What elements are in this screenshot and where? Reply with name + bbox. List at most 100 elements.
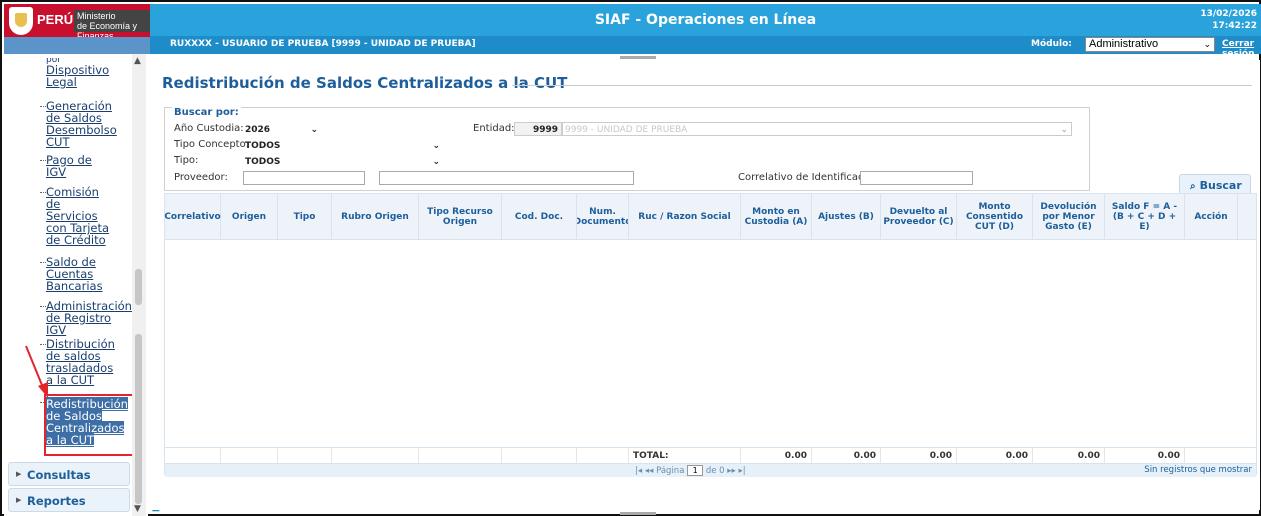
results-grid: Correlativo Origen Tipo Rubro Origen Tip… [164,193,1257,477]
sidebar-section-consultas[interactable]: ▶ Consultas [8,462,130,486]
total-monto-custodia: 0.00 [741,448,812,464]
total-label: TOTAL: [629,448,741,464]
col-origen[interactable]: Origen [221,194,278,240]
next-page-icon[interactable]: ▸▸ [727,466,736,476]
ministry-name: Ministerio de Economía y Finanzas [74,10,150,41]
chevron-down-icon: ⌄ [1203,39,1211,49]
col-tipo-recurso-origen[interactable]: Tipo Recurso Origen [419,194,502,240]
col-cod-doc[interactable]: Cod. Doc. [502,194,577,240]
expand-triangle-icon: ▶ [16,470,22,478]
time-text: 17:42:22 [1212,21,1257,31]
anio-custodia-select[interactable]: 2026 ⌄ [243,123,321,137]
peru-shield-icon [9,7,33,35]
page-number-input[interactable]: 1 [687,465,704,476]
records-info: Sin registros que mostrar [1144,465,1252,475]
search-icon: ⌕ [1190,181,1196,192]
grid-header: Correlativo Origen Tipo Rubro Origen Tip… [164,194,1256,240]
proveedor-name-input[interactable] [379,171,634,185]
sidebar-item-pago-igv[interactable]: Pago de IGV [46,154,132,178]
mef-logo: PERÚ Ministerio de Economía y Finanzas [4,4,150,54]
total-cell [419,448,502,464]
total-cell [165,448,221,464]
scroll-up-icon[interactable]: ▲ [134,56,141,66]
filter-legend: Buscar por: [172,107,241,118]
sidebar-item-comision-servicios[interactable]: Comisión de Servicios con Tarjeta de Crédito [46,186,132,246]
page-of-label: de 0 [705,466,725,476]
date-text: 13/02/2026 [1200,9,1257,19]
total-consentido: 0.00 [957,448,1033,464]
module-label: Módulo: [1031,39,1072,49]
first-page-icon[interactable]: |◂ [635,466,642,476]
splitter-handle[interactable] [620,512,656,515]
user-info: RUXXXX - USUARIO DE PRUEBA [9999 - UNIDA… [170,39,476,49]
header-bar: SIAF - Operaciones en Línea 13/02/2026 1… [150,4,1261,36]
user-bar: RUXXXX - USUARIO DE PRUEBA [9999 - UNIDA… [150,36,1261,59]
total-devuelto: 0.00 [881,448,957,464]
col-saldo[interactable]: Saldo F = A - (B + C + D + E) [1105,194,1185,240]
col-monto-custodia[interactable]: Monto en Custodia (A) [741,194,812,240]
col-devuelto-proveedor[interactable]: Devuelto al Proveedor (C) [881,194,957,240]
total-cell [221,448,278,464]
proveedor-ruc-input[interactable] [243,171,365,185]
scroll-down-icon[interactable]: ▼ [134,504,141,514]
sidebar-item-administracion-igv[interactable]: Administración de Registro IGV [46,300,132,336]
col-devolucion-menor-gasto[interactable]: Devolución por Menor Gasto (E) [1033,194,1105,240]
brand-text: PERÚ [37,12,74,27]
col-monto-consentido[interactable]: Monto Consentido CUT (D) [957,194,1033,240]
tipo-concepto-label: Tipo Concepto: [174,139,250,150]
highlight-box [44,394,132,456]
splitter-handle[interactable] [620,56,656,59]
scrollbar-thumb[interactable] [135,334,142,504]
chevron-down-icon: ⌄ [310,125,318,135]
tipo-concepto-select[interactable]: TODOS ⌄ [243,139,443,153]
logo-subbar [4,37,150,54]
datetime: 13/02/2026 17:42:22 [1200,8,1257,32]
red-arrow-annotation [25,345,48,398]
main-panel: Redistribución de Saldos Centralizados a… [150,60,1260,510]
sidebar-scrollbar[interactable]: ▲ ▼ [132,54,146,516]
chevron-down-icon: ⌄ [432,141,440,151]
col-correlativo[interactable]: Correlativo [164,194,221,240]
total-devolucion: 0.00 [1033,448,1105,464]
page-label: Página [656,466,685,476]
col-rubro-origen[interactable]: Rubro Origen [332,194,419,240]
col-ajustes[interactable]: Ajustes (B) [812,194,881,240]
app-window: PERÚ Ministerio de Economía y Finanzas S… [0,0,1261,516]
sidebar: por Dispositivo Legal Generación de Saldos D… [4,54,148,516]
entidad-label: Entidad: [473,123,515,134]
col-ruc-razon-social[interactable]: Ruc / Razon Social [629,194,741,240]
page-title: Redistribución de Saldos Centralizados a… [162,74,568,92]
title-divider [512,85,1252,86]
sidebar-item-dispositivo-legal[interactable]: por Dispositivo Legal [46,58,132,88]
proveedor-label: Proveedor: [174,172,228,183]
total-cell [332,448,419,464]
grid-totals-row: TOTAL: 0.00 0.00 0.00 0.00 0.00 0.00 [165,447,1256,464]
correlativo-input[interactable] [860,171,973,185]
tipo-select[interactable]: TODOS ⌄ [243,155,443,169]
total-cell [577,448,629,464]
module-select[interactable]: Administrativo ⌄ [1085,37,1215,52]
pager-controls: |◂ ◂◂ Página 1 de 0 ▸▸ ▸| [635,465,746,476]
filter-panel: Buscar por: Año Custodia: 2026 ⌄ Entidad:… [164,107,1090,191]
last-page-icon[interactable]: ▸| [739,466,746,476]
chevron-down-icon: ⌄ [1060,125,1068,135]
sidebar-item-distribucion-saldos[interactable]: Distribución de saldos trasladados a la CUT [46,338,132,386]
col-num-documento[interactable]: Num. Documento [577,194,629,240]
sidebar-section-reportes[interactable]: ▶ Reportes [8,488,130,512]
entidad-code: 9999 [514,122,562,136]
expand-triangle-icon: ▶ [16,496,22,504]
total-saldo: 0.00 [1105,448,1185,464]
col-accion[interactable]: Acción [1185,194,1238,240]
grid-pager: |◂ ◂◂ Página 1 de 0 ▸▸ ▸| Sin registros … [165,463,1256,477]
chevron-down-icon: ⌄ [432,157,440,167]
total-cell [278,448,332,464]
sidebar-item-generacion-saldos[interactable]: Generación de Saldos Desembolso CUT [46,100,132,148]
total-ajustes: 0.00 [812,448,881,464]
col-tipo[interactable]: Tipo [278,194,332,240]
prev-page-icon[interactable]: ◂◂ [645,466,654,476]
logout-link[interactable]: Cerrar sesión [1222,39,1261,59]
sidebar-menu: por Dispositivo Legal Generación de Saldos D… [4,54,132,462]
tipo-label: Tipo: [174,155,199,166]
scrollbar-thumb[interactable] [135,269,142,305]
sidebar-item-saldo-cuentas[interactable]: Saldo de Cuentas Bancarias [46,256,132,292]
